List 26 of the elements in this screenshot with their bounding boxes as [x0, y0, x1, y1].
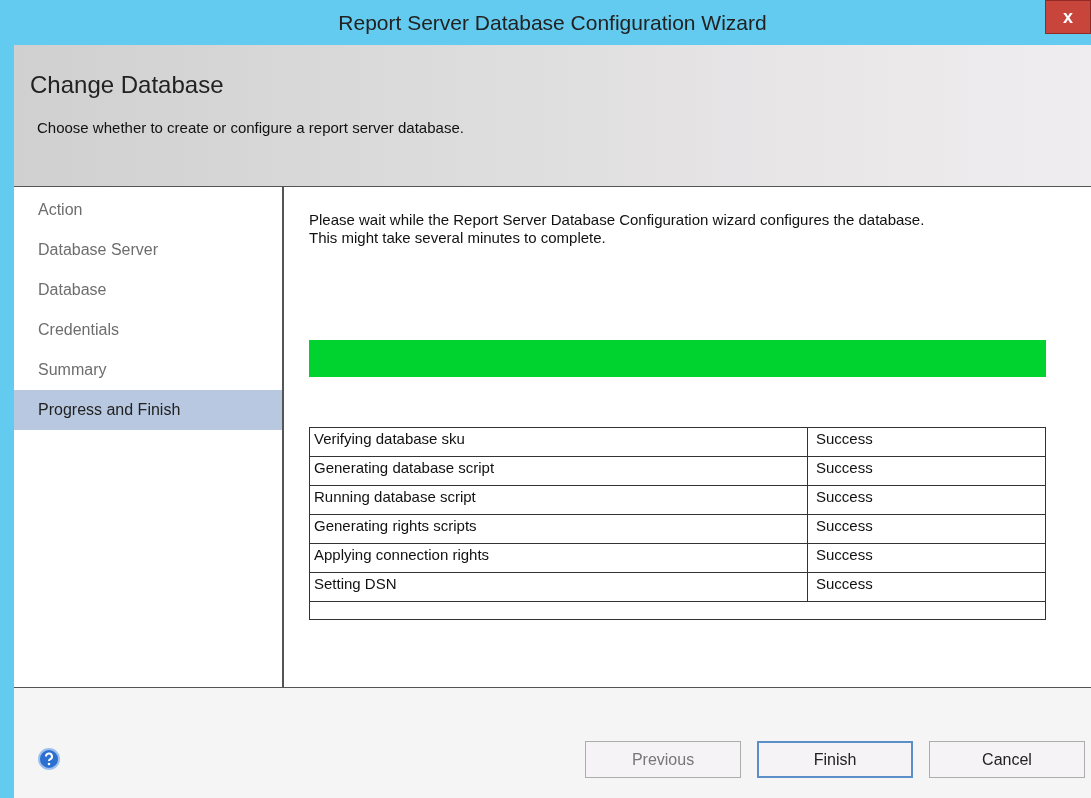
result-cell: Success	[807, 514, 1046, 544]
result-cell: Success	[807, 485, 1046, 515]
sidebar-item[interactable]: Credentials	[14, 310, 282, 350]
result-cell: Success	[807, 456, 1046, 486]
sidebar-item[interactable]: Action	[14, 190, 282, 230]
page-subtitle: Choose whether to create or configure a report server database.	[36, 118, 465, 138]
step-cell: Verifying database sku	[309, 427, 808, 457]
wizard-button[interactable]: Finish	[757, 741, 913, 778]
step-cell: Generating rights scripts	[309, 514, 808, 544]
step-cell: Generating database script	[309, 456, 808, 486]
status-message: Please wait while the Report Server Database Configuration wizard configures the database. This might take several minutes to complete.	[309, 211, 926, 247]
window-title: Report Server Database Configuration Wizard	[338, 9, 767, 36]
step-cell: Running database script	[309, 485, 808, 515]
sidebar-item[interactable]: Database	[14, 270, 282, 310]
result-cell: Success	[807, 543, 1046, 573]
step-cell: Setting DSN	[309, 572, 808, 602]
sidebar-item[interactable]: Summary	[14, 350, 282, 390]
result-cell: Success	[807, 427, 1046, 457]
step-cell: Applying connection rights	[309, 543, 808, 573]
result-cell: Success	[807, 572, 1046, 602]
sidebar-item[interactable]: Database Server	[14, 230, 282, 270]
help-icon[interactable]	[38, 748, 60, 770]
sidebar-item[interactable]: Progress and Finish	[14, 390, 282, 430]
wizard-button[interactable]: Cancel	[929, 741, 1085, 778]
close-button[interactable]: x	[1045, 0, 1091, 34]
page-title: Change Database	[30, 70, 225, 100]
